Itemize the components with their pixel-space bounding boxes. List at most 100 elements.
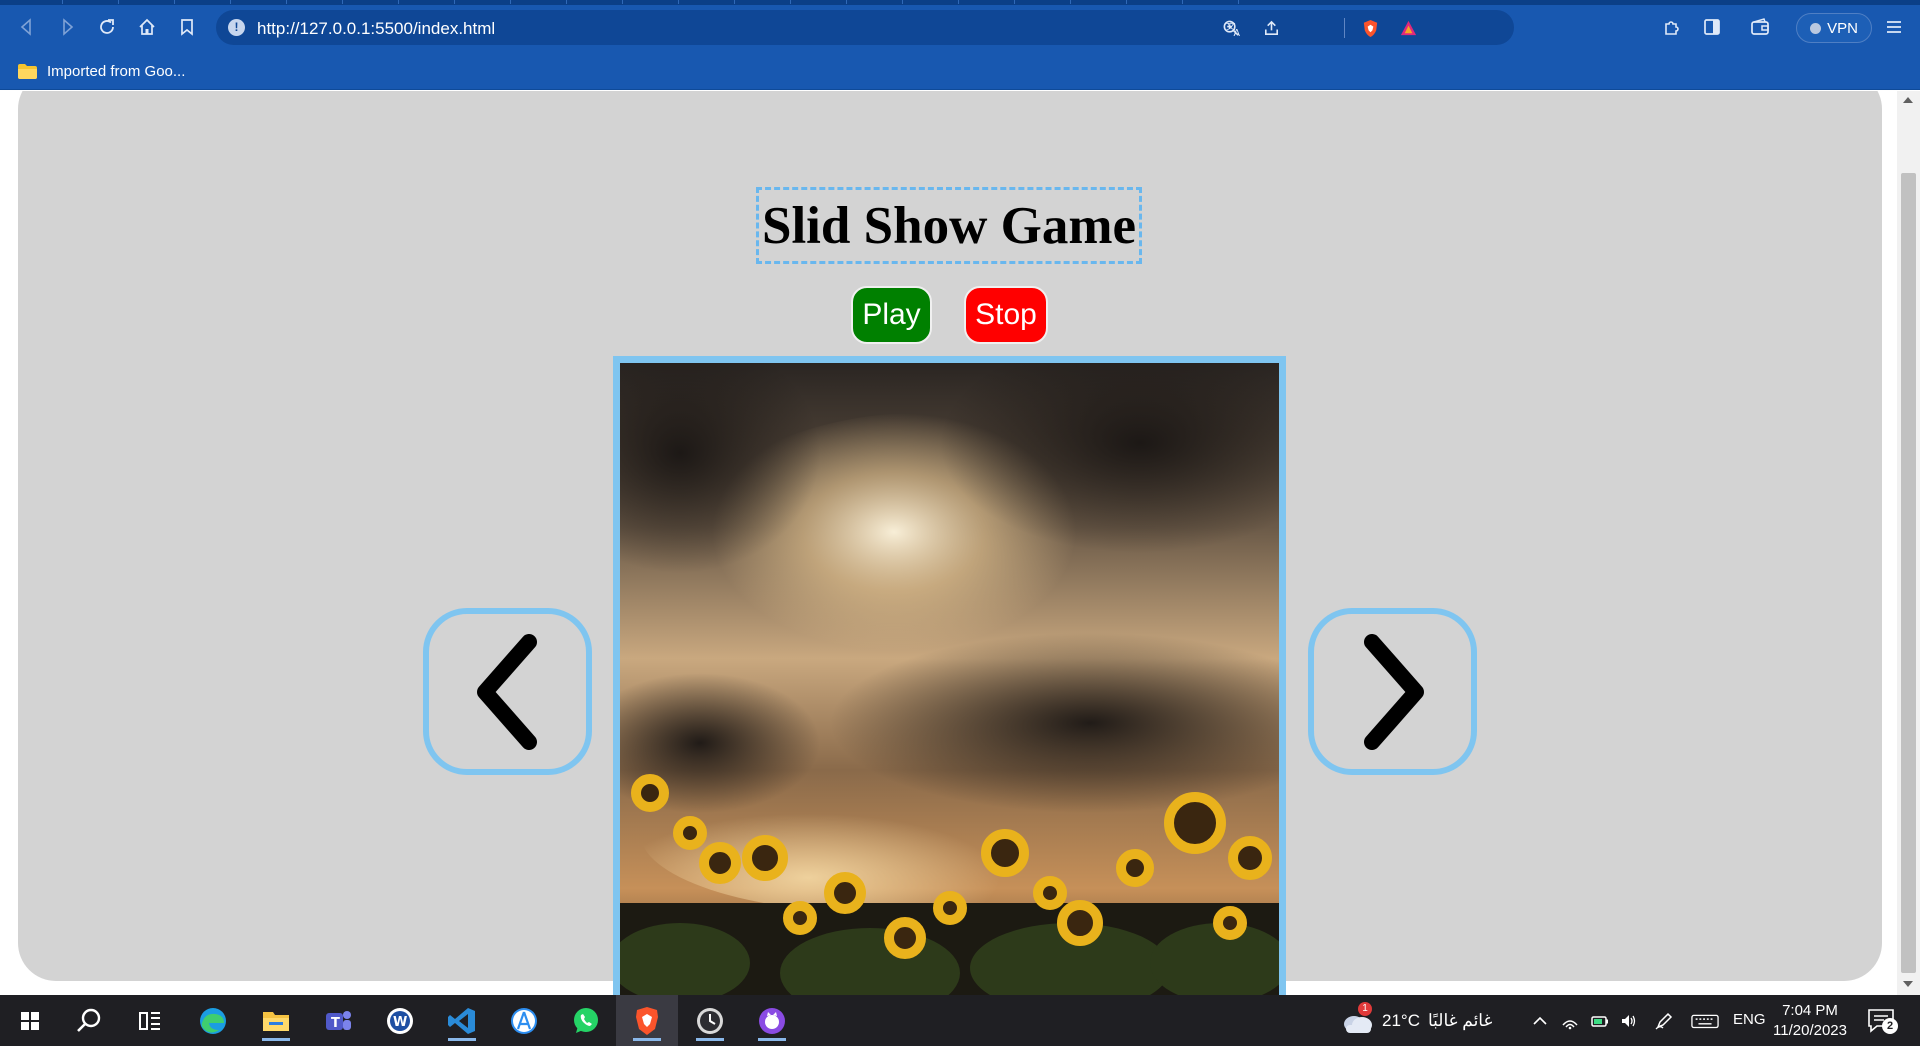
wallet-icon[interactable] [1747, 14, 1773, 40]
stop-button[interactable]: Stop [964, 286, 1048, 344]
taskbar: T W 1 21°C غائم غالبًا ENG 7:04 PM 11/20… [0, 995, 1920, 1046]
bookmark-folder-label: Imported from Goo... [47, 62, 186, 80]
battery-icon[interactable] [1588, 1009, 1612, 1033]
tab-divider [454, 0, 455, 4]
clock-app-icon[interactable] [690, 1001, 730, 1041]
brave-shields-icon[interactable] [1358, 16, 1382, 40]
running-indicator [633, 1038, 661, 1041]
tab-divider [1182, 0, 1183, 4]
extensions-icon[interactable] [1659, 14, 1685, 40]
volume-icon[interactable] [1617, 1009, 1641, 1033]
folder-icon [18, 63, 37, 79]
svg-text:W: W [393, 1015, 407, 1030]
start-icon[interactable] [10, 1001, 50, 1041]
title-box: Slid Show Game [756, 187, 1142, 264]
url-text[interactable]: http://127.0.0.1:5500/index.html [257, 19, 495, 39]
tab-divider [846, 0, 847, 4]
tab-divider [958, 0, 959, 4]
scroll-down-arrow-icon[interactable] [1903, 981, 1913, 987]
bookmarks-bar: Imported from Goo... [0, 50, 1920, 90]
share-icon[interactable] [1259, 16, 1283, 40]
tab-divider [118, 0, 119, 4]
vscode-icon[interactable] [442, 1001, 482, 1041]
notification-icon[interactable]: 2 [1866, 1006, 1900, 1036]
bookmark-folder[interactable]: Imported from Goo... [18, 58, 185, 84]
tab-divider [622, 0, 623, 4]
page-title: Slid Show Game [761, 196, 1137, 255]
weather-description: غائم غالبًا [1427, 1011, 1493, 1030]
browser-toolbar: ! http://127.0.0.1:5500/index.html 文A VP… [0, 5, 1920, 50]
wifi-icon[interactable] [1558, 1009, 1582, 1033]
teams-icon[interactable]: T [318, 1001, 358, 1041]
running-indicator [758, 1038, 786, 1041]
task-view-icon[interactable] [130, 1001, 170, 1041]
menu-icon[interactable] [1881, 14, 1907, 40]
tab-divider [790, 0, 791, 4]
site-info-icon[interactable]: ! [228, 19, 245, 36]
chevron-up-icon[interactable] [1528, 1009, 1552, 1033]
input-language[interactable]: ENG [1733, 1011, 1766, 1028]
vpn-button[interactable]: VPN [1796, 13, 1872, 43]
whatsapp-icon[interactable] [566, 1001, 606, 1041]
cloud-icon: 1 [1340, 1002, 1374, 1034]
slide-frame [613, 356, 1286, 995]
tab-divider [62, 0, 63, 4]
pen-icon[interactable] [1652, 1009, 1676, 1033]
svg-text:T: T [331, 1016, 340, 1031]
bookmark-icon[interactable] [174, 14, 200, 40]
slide-image [620, 363, 1279, 995]
tab-divider [342, 0, 343, 4]
brave-rewards-icon[interactable] [1396, 16, 1420, 40]
tab-divider [174, 0, 175, 4]
search-icon[interactable] [69, 1001, 109, 1041]
tab-divider [510, 0, 511, 4]
system-clock[interactable]: 7:04 PM 11/20/2023 [1770, 1001, 1850, 1041]
vpn-label: VPN [1827, 19, 1858, 37]
chevron-right-icon [1363, 633, 1424, 750]
file-explorer-icon[interactable] [256, 1001, 296, 1041]
running-indicator [262, 1038, 290, 1041]
weather-badge: 1 [1358, 1002, 1372, 1016]
sidebar-icon[interactable] [1699, 14, 1725, 40]
address-separator [1344, 18, 1345, 38]
edge-icon[interactable] [193, 1001, 233, 1041]
tab-divider [734, 0, 735, 4]
weather-widget[interactable]: 1 21°C غائم غالبًا [1340, 1002, 1493, 1037]
notification-count: 2 [1882, 1018, 1898, 1034]
tab-divider [566, 0, 567, 4]
keyboard-icon[interactable] [1690, 1009, 1720, 1033]
running-indicator [696, 1038, 724, 1041]
tab-divider [1014, 0, 1015, 4]
vpn-status-icon [1810, 22, 1822, 34]
weather-temperature: 21°C [1382, 1011, 1420, 1030]
back-icon[interactable] [14, 14, 40, 40]
home-icon[interactable] [134, 14, 160, 40]
app-store-icon[interactable] [504, 1001, 544, 1041]
tab-divider [678, 0, 679, 4]
tab-divider [1238, 0, 1239, 4]
tab-divider [230, 0, 231, 4]
forward-icon[interactable] [54, 14, 80, 40]
scrollbar-thumb[interactable] [1901, 173, 1916, 973]
zoom-icon[interactable] [1219, 16, 1243, 40]
tab-divider [1126, 0, 1127, 4]
tab-divider [286, 0, 287, 4]
previous-slide-button[interactable] [423, 608, 592, 775]
vertical-scrollbar[interactable] [1897, 91, 1920, 995]
brave-icon[interactable] [627, 1001, 667, 1041]
scroll-up-arrow-icon[interactable] [1903, 97, 1913, 103]
reload-icon[interactable] [94, 14, 120, 40]
address-bar[interactable]: ! http://127.0.0.1:5500/index.html 文A [216, 10, 1514, 45]
chevron-left-icon [476, 633, 537, 750]
github-desktop-icon[interactable] [752, 1001, 792, 1041]
clock-date: 11/20/2023 [1773, 1022, 1847, 1039]
clock-time: 7:04 PM [1782, 1002, 1838, 1019]
tab-divider [398, 0, 399, 4]
word-icon[interactable]: W [380, 1001, 420, 1041]
page-viewport: Slid Show Game Play Stop [0, 91, 1920, 995]
play-button[interactable]: Play [851, 286, 932, 344]
next-slide-button[interactable] [1308, 608, 1477, 775]
tab-divider [1070, 0, 1071, 4]
tab-divider [902, 0, 903, 4]
running-indicator [448, 1038, 476, 1041]
